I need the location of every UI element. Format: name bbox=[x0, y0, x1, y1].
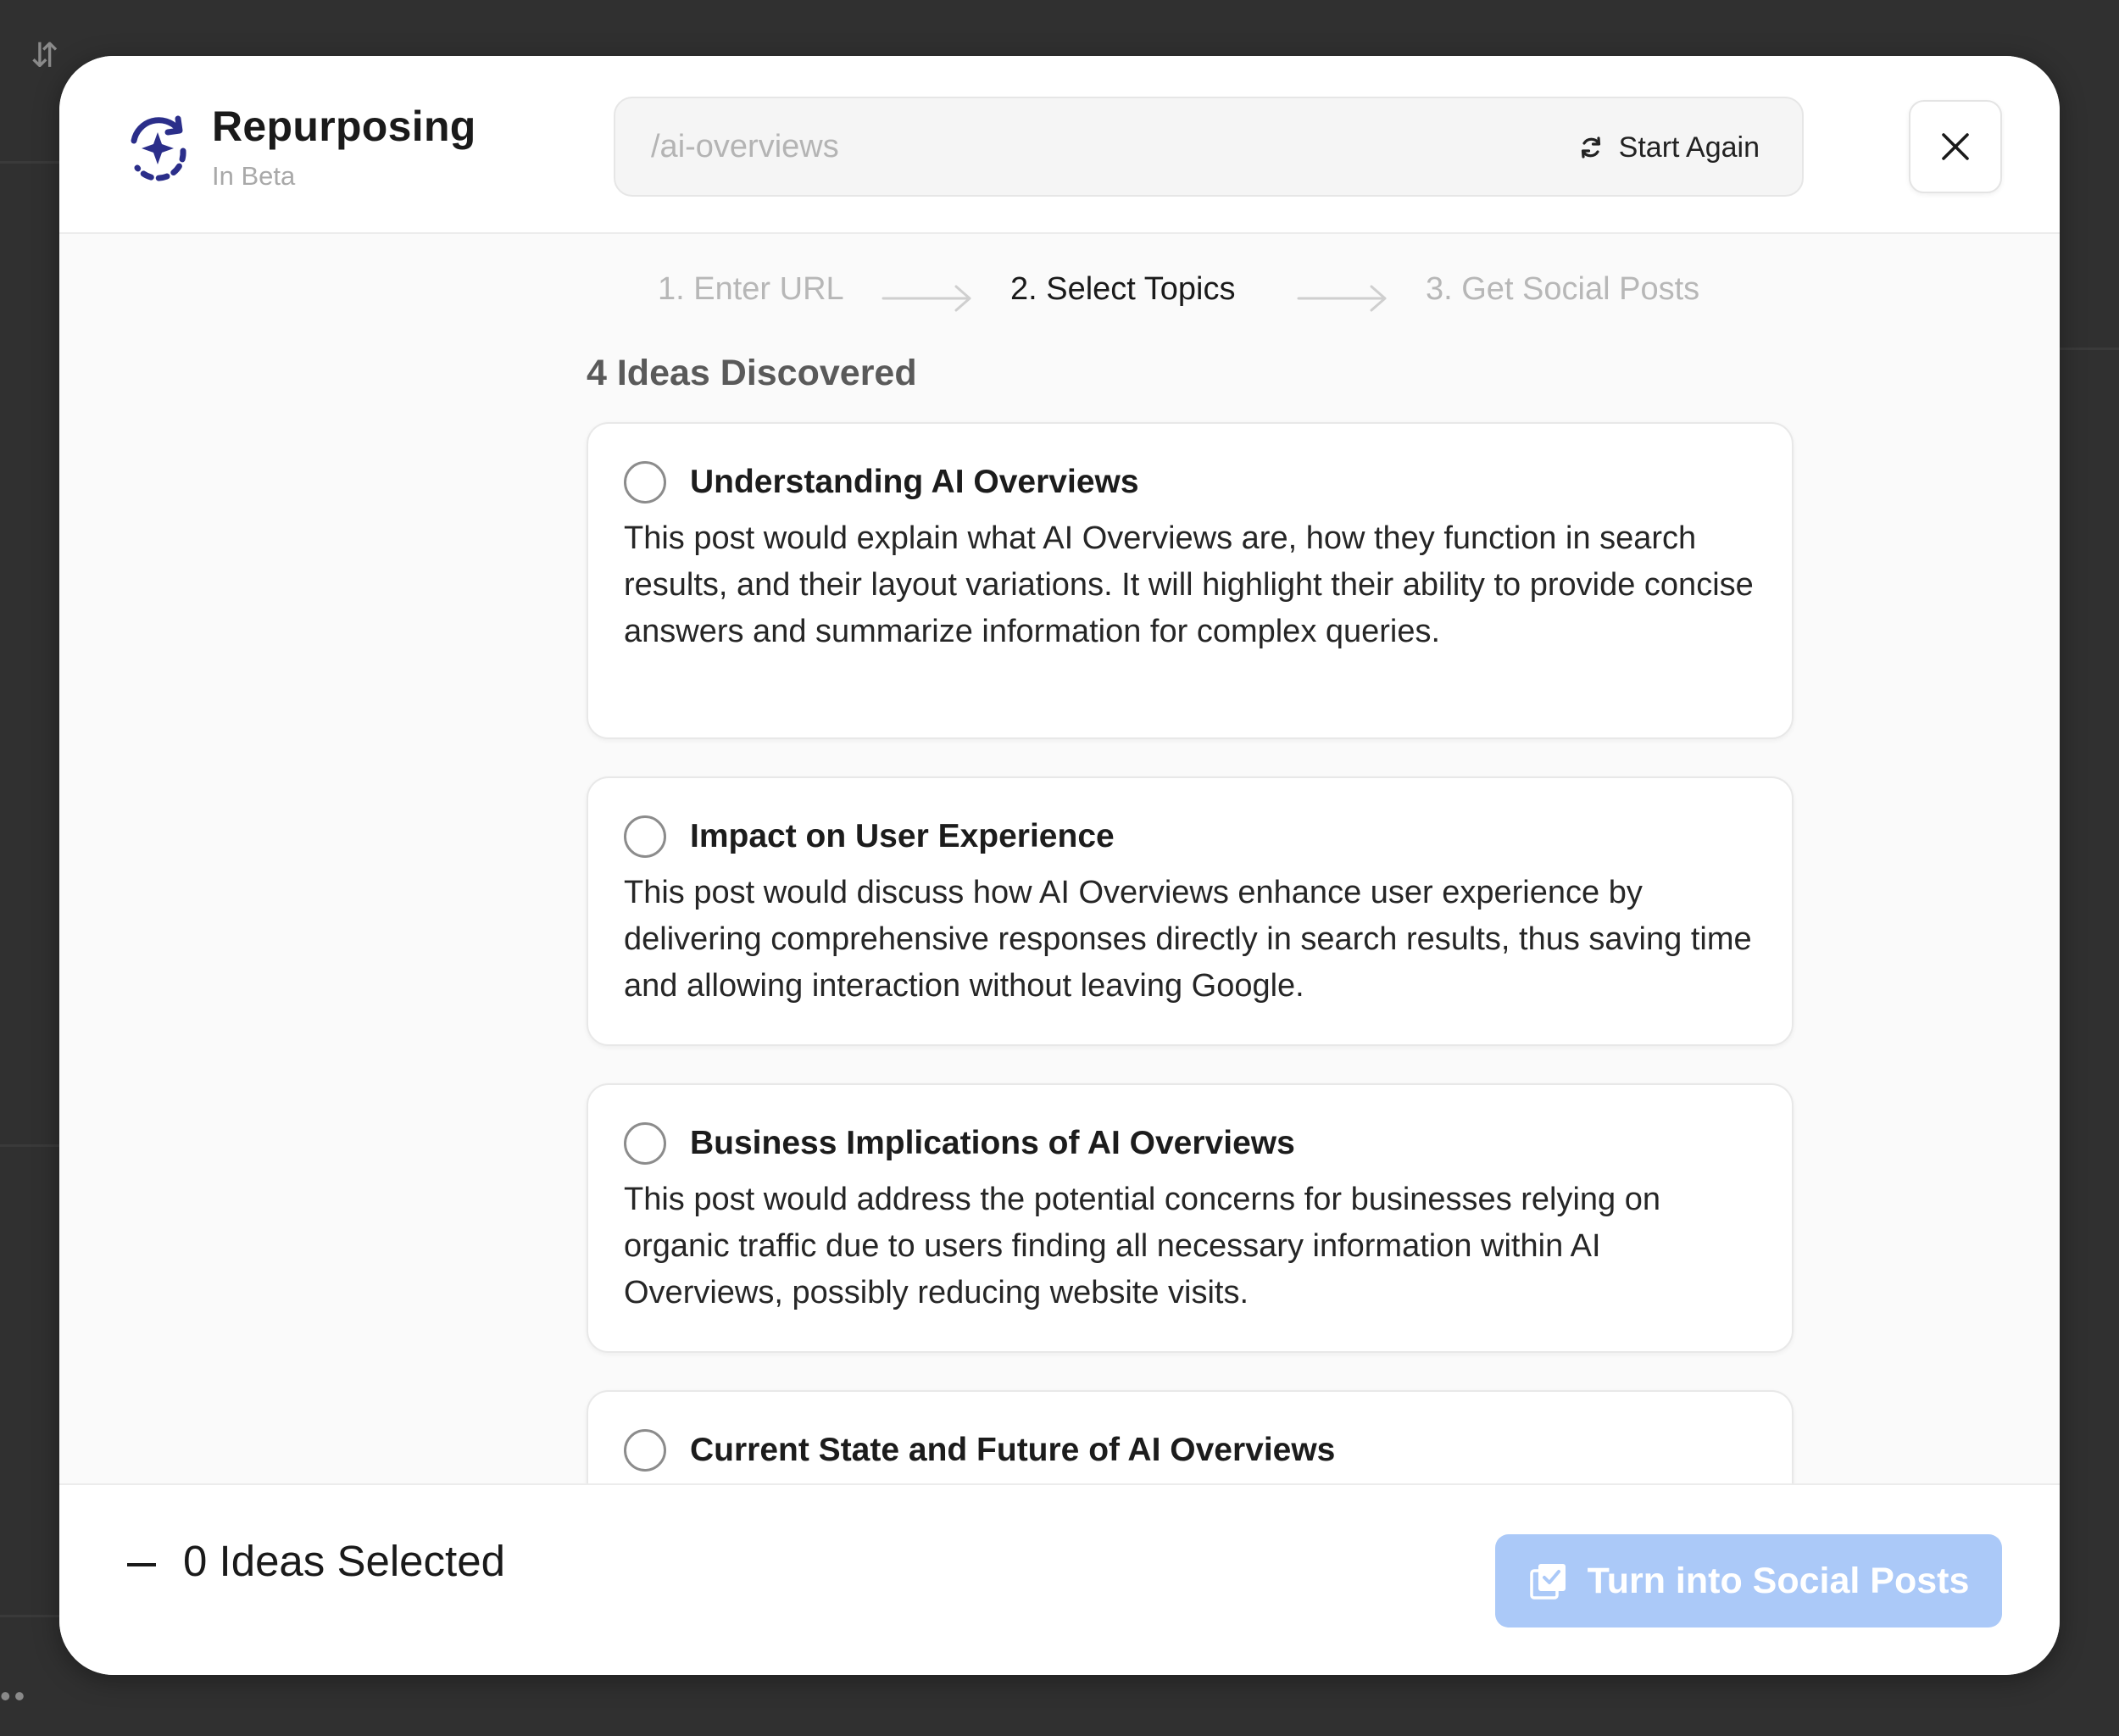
cta-label: Turn into Social Posts bbox=[1587, 1560, 1970, 1601]
url-bar: Start Again bbox=[614, 97, 1804, 197]
arrow-right-icon bbox=[1297, 285, 1387, 312]
backdrop-divider bbox=[0, 1615, 59, 1617]
app-title: Repurposing bbox=[212, 103, 476, 150]
idea-radio[interactable] bbox=[624, 815, 666, 858]
arrow-right-icon bbox=[882, 285, 971, 312]
step-get-social-posts: 3. Get Social Posts bbox=[1426, 271, 1700, 307]
stepper: 1. Enter URL 2. Select Topics 3. Get Soc… bbox=[59, 259, 2060, 327]
idea-card[interactable]: Understanding AI Overviews This post wou… bbox=[587, 422, 1794, 739]
modal-footer: 0 Ideas Selected Turn into Social Posts bbox=[59, 1483, 2060, 1675]
idea-title: Current State and Future of AI Overviews bbox=[690, 1432, 1336, 1468]
selected-count: 0 Ideas Selected bbox=[183, 1537, 505, 1585]
backdrop-divider bbox=[0, 1144, 59, 1147]
step-enter-url: 1. Enter URL bbox=[658, 271, 844, 307]
start-again-button[interactable]: Start Again bbox=[1577, 127, 1760, 168]
idea-radio[interactable] bbox=[624, 461, 666, 504]
idea-description: This post would explain what AI Overview… bbox=[624, 520, 1754, 649]
chevron-updown-icon: ⇵ bbox=[31, 37, 59, 75]
minus-icon bbox=[127, 1563, 156, 1566]
repurposing-modal: Repurposing In Beta Start Again 1. Enter… bbox=[59, 56, 2060, 1675]
idea-card[interactable]: Impact on User Experience This post woul… bbox=[587, 776, 1794, 1046]
url-input[interactable] bbox=[649, 98, 1497, 195]
backdrop-divider bbox=[0, 161, 59, 164]
idea-title: Understanding AI Overviews bbox=[690, 464, 1139, 500]
idea-description: This post would address the potential co… bbox=[624, 1182, 1661, 1310]
step-select-topics: 2. Select Topics bbox=[1010, 271, 1236, 307]
backdrop-divider bbox=[2060, 348, 2119, 350]
beta-badge: In Beta bbox=[212, 161, 296, 191]
social-posts-icon bbox=[1529, 1564, 1566, 1600]
start-again-label: Start Again bbox=[1618, 131, 1760, 164]
sparkle-refresh-icon bbox=[131, 115, 186, 181]
idea-title: Business Implications of AI Overviews bbox=[690, 1125, 1295, 1161]
close-button[interactable] bbox=[1909, 100, 2002, 193]
idea-title: Impact on User Experience bbox=[690, 818, 1115, 854]
modal-header: Repurposing In Beta Start Again bbox=[59, 56, 2060, 234]
idea-radio[interactable] bbox=[624, 1429, 666, 1472]
turn-into-social-posts-button[interactable]: Turn into Social Posts bbox=[1495, 1534, 2002, 1628]
idea-description: This post would discuss how AI Overviews… bbox=[624, 875, 1752, 1004]
close-icon bbox=[1942, 133, 1969, 160]
idea-radio[interactable] bbox=[624, 1122, 666, 1165]
idea-card[interactable]: Business Implications of AI Overviews Th… bbox=[587, 1083, 1794, 1353]
ideas-count-heading: 4 Ideas Discovered bbox=[587, 353, 917, 393]
more-dots-icon: •• bbox=[0, 1678, 29, 1713]
refresh-icon bbox=[1581, 136, 1600, 159]
